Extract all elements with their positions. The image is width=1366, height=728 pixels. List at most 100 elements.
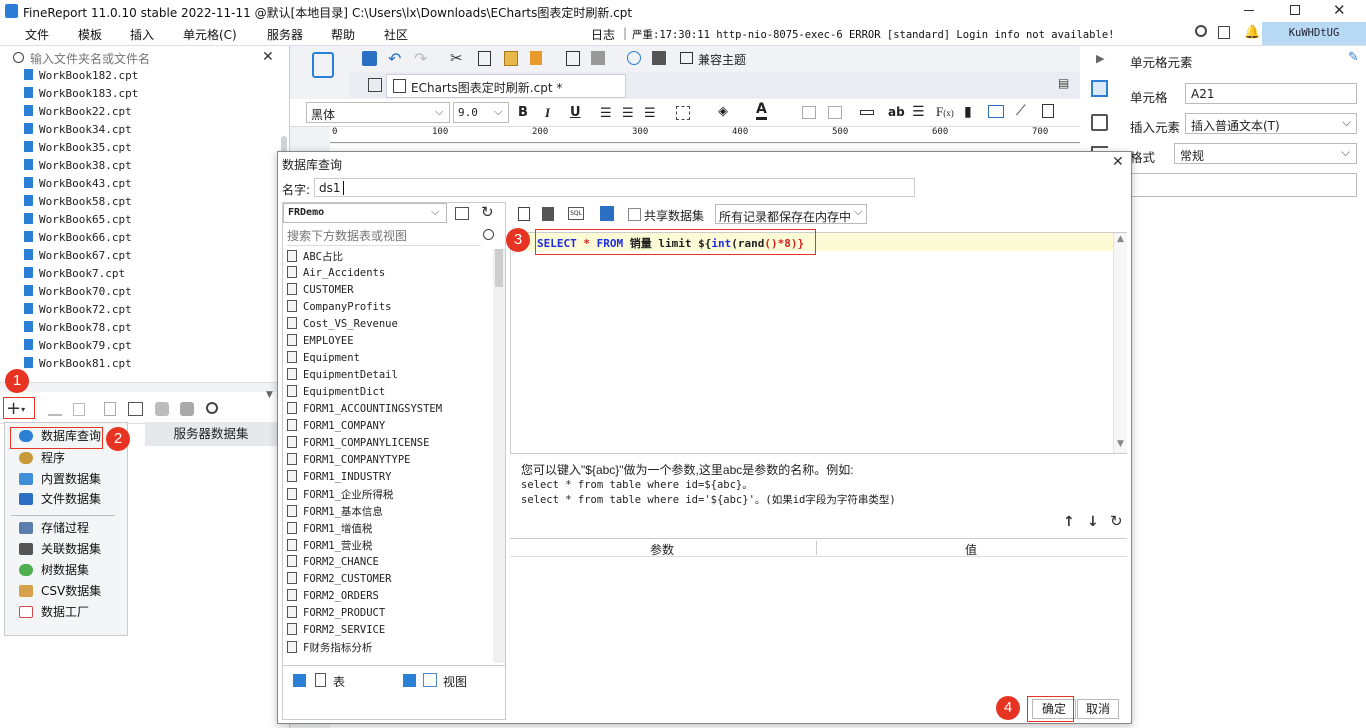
table-item[interactable]: EquipmentDict [287,385,491,402]
table-item[interactable]: Cost_VS_Revenue [287,317,491,334]
richtext-icon[interactable]: ☰ [912,104,925,120]
formula-icon[interactable]: F(x) [936,104,954,120]
compat-theme-icon[interactable] [680,52,693,64]
cell-attr-tab-icon[interactable] [1091,114,1108,131]
move-down-icon[interactable]: ↓ [1087,514,1099,530]
table-item[interactable]: FORM2_ORDERS [287,589,491,606]
table-item[interactable]: FORM1_企业所得税 [287,487,491,504]
table-item[interactable]: FORM1_基本信息 [287,504,491,521]
file-item[interactable]: WorkBook7.cpt [24,267,125,285]
name-input[interactable]: ds1 [314,178,915,197]
fill-color-icon[interactable]: ◈ [718,104,728,119]
menu-item-join-dataset[interactable]: 关联数据集 [19,540,101,560]
align-left-icon[interactable]: ☰ [600,106,612,121]
cell-input[interactable]: A21 [1185,83,1357,104]
edit-dataset-icon[interactable] [48,404,62,416]
expand-panel-icon[interactable]: ▶ [1096,52,1104,65]
dataset-config-icon[interactable] [128,402,143,416]
menu-item-file-dataset[interactable]: 文件数据集 [19,490,101,510]
file-item[interactable]: WorkBook65.cpt [24,213,132,231]
cut-icon[interactable]: ✂ [450,49,463,67]
search-icon[interactable] [1195,25,1207,37]
table-search-input[interactable] [287,226,481,246]
menu-item-program[interactable]: 程序 [19,449,65,469]
preview-icon[interactable] [566,51,580,66]
refresh-params-icon[interactable]: ↻ [1110,512,1123,530]
slash-icon[interactable]: ⟋ [1016,103,1026,119]
menu-insert[interactable]: 插入 [130,26,154,43]
table-item[interactable]: FORM2_SERVICE [287,623,491,640]
file-item[interactable]: WorkBook70.cpt [24,285,132,303]
table-item[interactable]: FORM2_CUSTOMER [287,572,491,589]
table-item[interactable]: EMPLOYEE [287,334,491,351]
memory-select[interactable]: 所有记录都保存在内存中 ⌵ [715,204,867,224]
format-pattern-input[interactable] [1130,173,1357,197]
table-item[interactable]: ABC占比 [287,249,491,266]
template-tab[interactable]: ECharts图表定时刷新.cpt * [386,74,626,98]
menu-help[interactable]: 帮助 [331,26,355,43]
insert-image-icon[interactable] [591,51,605,65]
table-item[interactable]: FORM1_COMPANYTYPE [287,453,491,470]
log-label[interactable]: 日志 [591,26,615,43]
chart-icon[interactable]: ▮ [964,104,972,120]
preview-sql-icon[interactable] [518,207,530,221]
format-select[interactable]: 常规 ⌵ [1174,143,1357,164]
debug-icon[interactable] [627,51,641,65]
server-icon[interactable] [652,51,666,65]
minimize-icon[interactable] [1244,10,1254,11]
table-item[interactable]: EquipmentDetail [287,368,491,385]
menu-community[interactable]: 社区 [384,26,408,43]
table-list-scrollbar[interactable] [493,249,505,663]
restore-icon[interactable] [1290,5,1300,15]
move-up-icon[interactable]: ↑ [1063,514,1075,530]
undo-icon[interactable]: ↶ [388,49,401,68]
refresh-icon[interactable]: ↻ [481,203,494,221]
file-item[interactable]: WorkBook183.cpt [24,87,138,105]
shared-dataset-checkbox[interactable] [628,208,641,221]
file-item[interactable]: WorkBook66.cpt [24,231,132,249]
menu-item-builtin-dataset[interactable]: 内置数据集 [19,470,101,490]
dialog-close-icon[interactable]: ✕ [1112,154,1124,170]
copy-icon[interactable] [478,51,491,66]
redo-icon[interactable]: ↷ [414,49,427,68]
search-icon[interactable] [483,229,494,240]
file-item[interactable]: WorkBook79.cpt [24,339,132,357]
underline-icon[interactable]: U [570,105,581,120]
splitter[interactable] [0,382,290,392]
subreport-icon[interactable] [1042,104,1054,118]
tab-menu-icon[interactable]: ▤ [1058,76,1069,90]
show-table-checkbox[interactable] [293,674,306,687]
table-item[interactable]: F财务指标分析 [287,640,491,657]
scroll-down-icon[interactable]: ▼ [1117,439,1124,449]
menu-item-data-factory[interactable]: 数据工厂 [19,603,89,623]
file-item[interactable]: WorkBook58.cpt [24,195,132,213]
merge-cells-icon[interactable] [802,106,816,119]
db-icon[interactable] [155,402,169,416]
table-item[interactable]: FORM1_营业税 [287,538,491,555]
align-center-icon[interactable]: ☰ [622,106,634,121]
menu-template[interactable]: 模板 [78,26,102,43]
compat-theme-button[interactable]: 兼容主题 [698,51,746,68]
server-dataset-tab[interactable]: 服务器数据集 [145,422,277,446]
scroll-up-icon[interactable]: ▲ [1117,234,1124,244]
delete-dataset-icon[interactable] [73,403,85,416]
save-icon[interactable] [362,51,377,66]
menu-item-tree-dataset[interactable]: 树数据集 [19,561,89,581]
tab-nav-icon[interactable] [368,78,382,92]
cancel-button[interactable]: 取消 [1077,699,1119,719]
paste-icon[interactable] [504,51,518,66]
bold-icon[interactable]: B [518,105,528,120]
menu-item-csv-dataset[interactable]: CSV数据集 [19,582,101,602]
close-window-icon[interactable]: ✕ [1333,1,1346,19]
font-color-icon[interactable]: A [756,102,767,120]
table-item[interactable]: Air_Accidents [287,266,491,283]
table-item[interactable]: FORM1_ACCOUNTINGSYSTEM [287,402,491,419]
align-right-icon[interactable]: ☰ [644,106,656,121]
user-name[interactable]: KuWHDtUG [1262,22,1366,45]
text-ab-icon[interactable]: ab [888,105,905,119]
font-family-select[interactable]: 黑体 ⌵ [306,102,450,123]
sql-param-icon[interactable] [542,207,554,221]
sql-query-icon[interactable] [600,206,614,221]
file-item[interactable]: WorkBook38.cpt [24,159,132,177]
table-item[interactable]: FORM2_PRODUCT [287,606,491,623]
